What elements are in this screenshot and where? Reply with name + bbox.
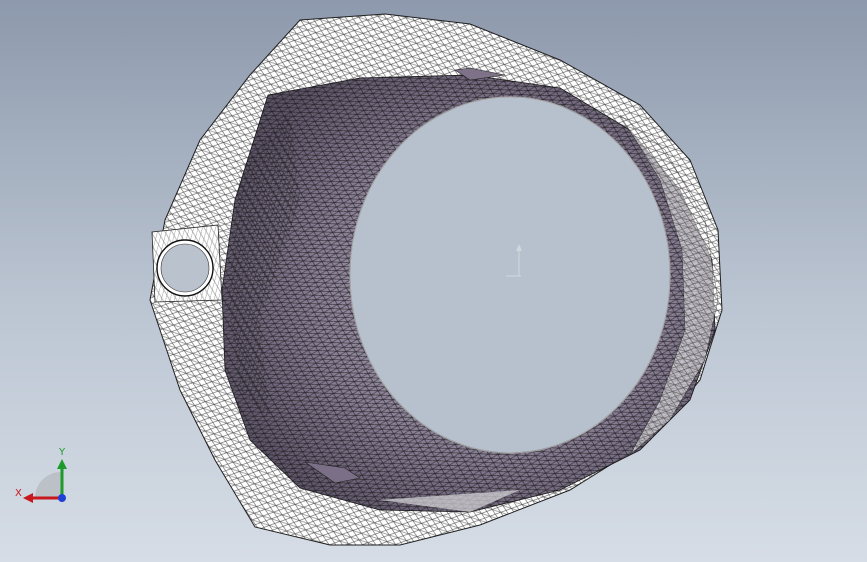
graphics-viewport[interactable]: Y X [0,0,867,562]
reference-triad[interactable]: Y X [15,447,67,503]
triad-plane-icon [35,472,61,498]
nut-side-hole[interactable] [151,224,223,303]
model-canvas[interactable]: Y X [0,0,867,562]
z-axis-icon [58,494,66,502]
y-axis-label: Y [58,447,66,458]
x-axis-label: X [15,488,22,499]
nut-through-hole [349,96,671,454]
